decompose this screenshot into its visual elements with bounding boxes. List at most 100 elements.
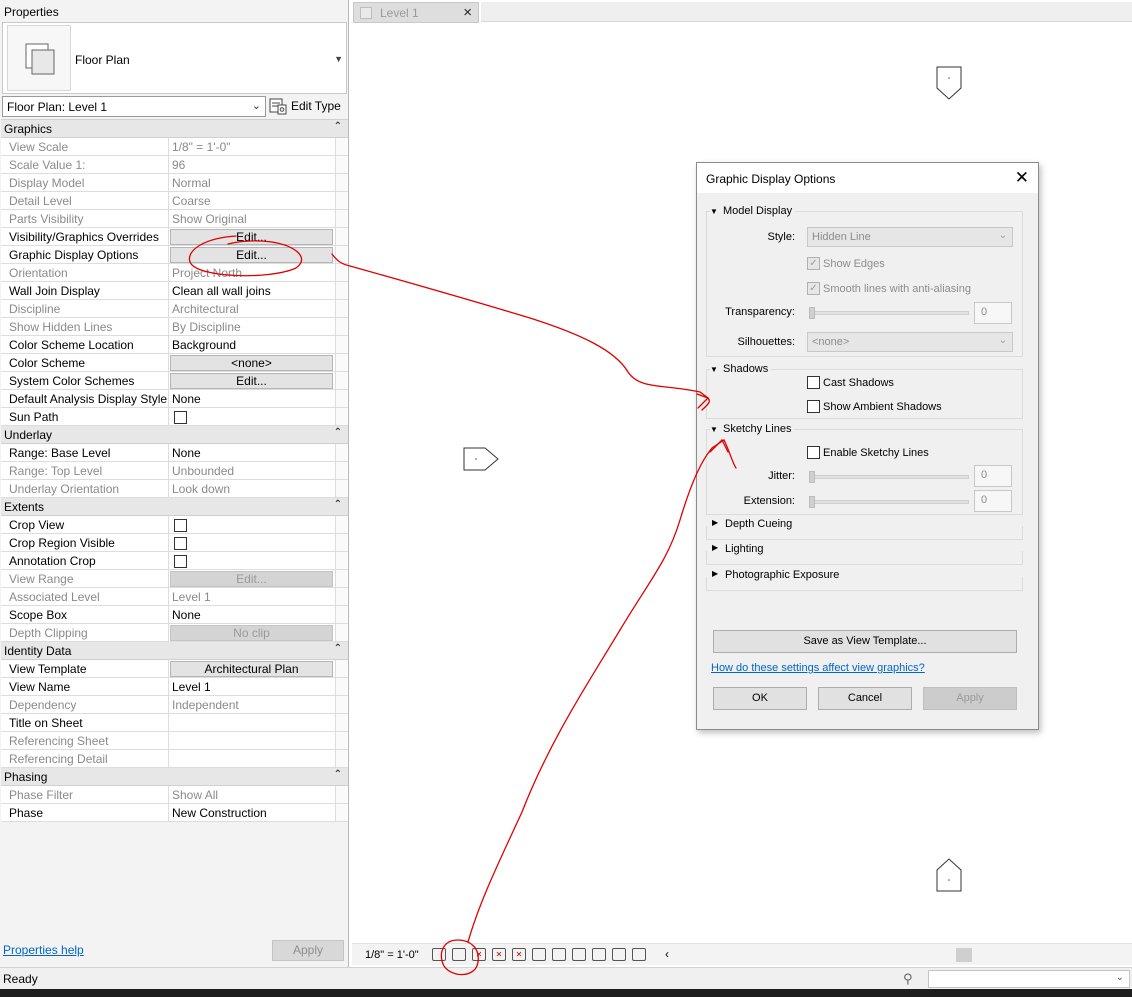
extension-value[interactable]: 0	[974, 490, 1012, 512]
property-edit-button[interactable]: <none>	[170, 355, 333, 371]
crop-view-icon[interactable]: ✕	[512, 948, 526, 961]
worksharing-icon[interactable]	[612, 948, 626, 961]
property-checkbox[interactable]	[174, 555, 187, 568]
style-select[interactable]: Hidden Line ⌄	[807, 227, 1013, 247]
elevation-marker-north[interactable]	[935, 66, 963, 102]
view-scale-label[interactable]: 1/8" = 1'-0"	[365, 949, 419, 961]
properties-apply-button[interactable]: Apply	[272, 940, 344, 961]
jitter-value[interactable]: 0	[974, 465, 1012, 487]
cancel-button[interactable]: Cancel	[818, 687, 912, 710]
depth-cueing-section[interactable]: ▶ Depth Cueing	[706, 518, 1023, 540]
collapse-section-icon[interactable]: ⌃	[334, 121, 342, 132]
status-dropdown[interactable]: ⌄	[928, 970, 1130, 988]
instance-selector[interactable]: Floor Plan: Level 1 ⌄	[2, 96, 266, 117]
close-icon[interactable]: ✕	[1015, 168, 1029, 188]
collapse-section-icon[interactable]: ⌃	[334, 643, 342, 654]
property-value[interactable]: None	[169, 444, 335, 461]
property-checkbox[interactable]	[174, 537, 187, 550]
properties-help-link[interactable]: Properties help	[3, 943, 84, 957]
save-as-view-template-button[interactable]: Save as View Template...	[713, 630, 1017, 653]
property-value[interactable]: None	[169, 390, 335, 407]
property-edit-button[interactable]: Architectural Plan	[170, 661, 333, 677]
section-graphics[interactable]: Graphics ⌃	[1, 120, 348, 138]
chevron-left-icon[interactable]: ‹	[665, 947, 669, 961]
apply-button[interactable]: Apply	[923, 687, 1017, 710]
detail-level-icon[interactable]	[432, 948, 446, 961]
slider-thumb[interactable]	[809, 496, 815, 508]
property-row-scale-value-1: Scale Value 1: 96	[1, 156, 348, 174]
section-identity-data[interactable]: Identity Data ⌃	[1, 642, 348, 660]
row-scroll-gutter	[335, 624, 347, 641]
ok-button[interactable]: OK	[713, 687, 807, 710]
type-selector[interactable]: Floor Plan ▼	[2, 22, 347, 94]
slider-thumb[interactable]	[809, 471, 815, 483]
property-checkbox[interactable]	[174, 411, 187, 424]
property-row-referencing-sheet: Referencing Sheet	[1, 732, 348, 750]
collapse-section-icon[interactable]: ⌃	[334, 499, 342, 510]
property-value[interactable]	[169, 516, 335, 533]
edit-type-button[interactable]: Edit Type	[269, 95, 347, 117]
jitter-slider[interactable]	[809, 471, 969, 483]
property-value[interactable]: <none>	[169, 354, 335, 371]
elevation-marker-west[interactable]	[463, 447, 501, 473]
transparency-value[interactable]: 0	[974, 302, 1012, 324]
row-scroll-gutter	[335, 714, 347, 731]
shadows-icon[interactable]: ✕	[492, 948, 506, 961]
property-value[interactable]	[169, 534, 335, 551]
sketchy-lines-header[interactable]: ▼ Sketchy Lines	[710, 423, 795, 435]
property-key: Crop View	[1, 516, 169, 533]
section-phasing[interactable]: Phasing ⌃	[1, 768, 348, 786]
smooth-lines-checkbox[interactable]: ✓ Smooth lines with anti-aliasing	[807, 282, 971, 295]
property-edit-button[interactable]: Edit...	[170, 247, 333, 263]
property-value[interactable]	[169, 408, 335, 425]
enable-sketchy-checkbox[interactable]: Enable Sketchy Lines	[807, 446, 929, 459]
horizontal-scrollbar[interactable]	[956, 948, 972, 962]
close-icon[interactable]: ×	[463, 4, 472, 21]
property-edit-button[interactable]: Edit...	[170, 229, 333, 245]
silhouettes-select[interactable]: <none> ⌄	[807, 332, 1013, 352]
property-value[interactable]: New Construction	[169, 804, 335, 821]
settings-help-link[interactable]: How do these settings affect view graphi…	[711, 662, 925, 674]
collapse-section-icon[interactable]: ⌃	[334, 769, 342, 780]
property-value[interactable]: Clean all wall joins	[169, 282, 335, 299]
temporary-hide-icon[interactable]	[572, 948, 586, 961]
constraints-icon[interactable]	[632, 948, 646, 961]
property-value[interactable]	[169, 552, 335, 569]
property-value[interactable]: Edit...	[169, 372, 335, 389]
extension-slider[interactable]	[809, 496, 969, 508]
model-display-header[interactable]: ▼ Model Display	[710, 205, 796, 217]
show-edges-checkbox[interactable]: ✓ Show Edges	[807, 257, 885, 270]
tab-level-1[interactable]: Level 1 ×	[353, 2, 479, 23]
elevation-marker-south[interactable]	[935, 857, 963, 893]
property-row-crop-region-visible: Crop Region Visible	[1, 534, 348, 552]
photographic-exposure-section[interactable]: ▶ Photographic Exposure	[706, 569, 1023, 591]
shadows-header[interactable]: ▼ Shadows	[710, 363, 772, 375]
ambient-shadows-checkbox[interactable]: Show Ambient Shadows	[807, 400, 942, 413]
filter-icon[interactable]: ⚲	[903, 971, 927, 988]
crop-region-icon[interactable]	[532, 948, 546, 961]
lighting-section[interactable]: ▶ Lighting	[706, 543, 1023, 565]
unlocked-3d-icon[interactable]	[552, 948, 566, 961]
transparency-slider[interactable]	[809, 307, 969, 319]
section-extents[interactable]: Extents ⌃	[1, 498, 348, 516]
row-scroll-gutter	[335, 192, 347, 209]
property-value[interactable]: None	[169, 606, 335, 623]
property-value[interactable]: Architectural Plan	[169, 660, 335, 677]
property-value[interactable]	[169, 714, 335, 731]
visual-style-icon[interactable]	[452, 948, 466, 961]
status-text: Ready	[3, 972, 38, 986]
section-underlay[interactable]: Underlay ⌃	[1, 426, 348, 444]
property-row-dependency: Dependency Independent	[1, 696, 348, 714]
property-edit-button[interactable]: Edit...	[170, 373, 333, 389]
property-value[interactable]: Level 1	[169, 678, 335, 695]
property-checkbox[interactable]	[174, 519, 187, 532]
reveal-hidden-icon[interactable]	[592, 948, 606, 961]
collapse-section-icon[interactable]: ⌃	[334, 427, 342, 438]
property-value[interactable]: Background	[169, 336, 335, 353]
cast-shadows-checkbox[interactable]: Cast Shadows	[807, 376, 894, 389]
type-dropdown-arrow-icon[interactable]: ▼	[334, 54, 343, 64]
slider-thumb[interactable]	[809, 307, 815, 319]
sun-path-icon[interactable]: ✕	[472, 948, 486, 961]
property-value[interactable]: Edit...	[169, 246, 335, 263]
property-value[interactable]: Edit...	[169, 228, 335, 245]
